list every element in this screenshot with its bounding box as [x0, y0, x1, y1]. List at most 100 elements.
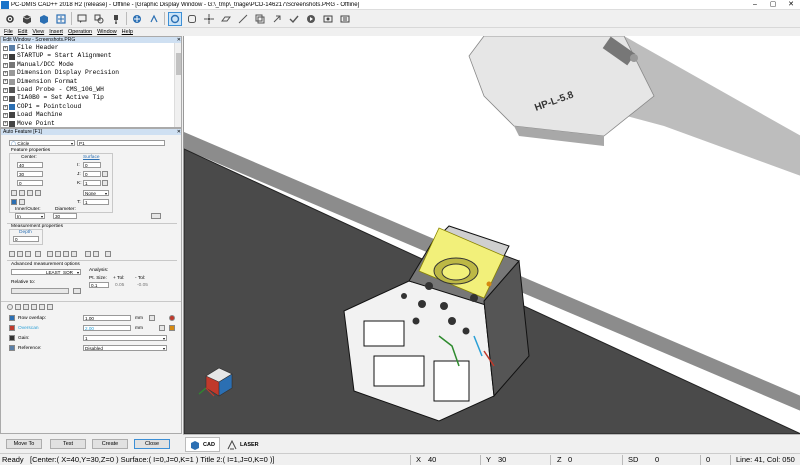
copy-icon[interactable]: [253, 12, 267, 26]
row-overlap-input[interactable]: 1.00: [83, 315, 131, 321]
menu-insert[interactable]: Insert: [49, 28, 63, 36]
polar-icon[interactable]: [11, 199, 17, 205]
measure-option-icon-6[interactable]: [55, 251, 61, 257]
line-feature-icon[interactable]: [236, 12, 250, 26]
measure-option-icon-2[interactable]: [17, 251, 23, 257]
circle-feature-icon[interactable]: [168, 11, 182, 26]
point-icon-2[interactable]: [19, 190, 25, 196]
tab-cad[interactable]: CAD: [185, 437, 220, 452]
menu-edit[interactable]: Edit: [18, 28, 27, 36]
laser-option-icon-3[interactable]: [31, 304, 37, 310]
tree-item[interactable]: + File Header: [3, 44, 181, 52]
laser-settings-icon[interactable]: [7, 304, 13, 310]
row-overlap-chart-icon[interactable]: [149, 315, 155, 321]
arrow-icon[interactable]: [270, 12, 284, 26]
close-auto-feature-icon[interactable]: ✕: [177, 129, 181, 135]
edit-window-scrollbar[interactable]: [174, 43, 181, 127]
point-icon-4[interactable]: [35, 190, 41, 196]
tree-item[interactable]: + Manual/DCC Mode: [3, 61, 181, 69]
laser-option-icon-1[interactable]: [15, 304, 21, 310]
tree-item[interactable]: + STARTUP = Start Alignment: [3, 52, 181, 60]
cartesian-icon[interactable]: [19, 199, 25, 205]
gain-select[interactable]: 1: [83, 335, 167, 341]
tree-item[interactable]: + Load Machine: [3, 111, 181, 119]
move-to-button[interactable]: Move To: [6, 439, 42, 449]
tree-item[interactable]: + Dimension Display Precision: [3, 69, 181, 77]
play-icon[interactable]: [304, 12, 318, 26]
settings-icon[interactable]: [3, 12, 17, 26]
surface-label[interactable]: Surface: [83, 155, 100, 160]
measure-option-icon-9[interactable]: [85, 251, 91, 257]
measure-option-icon-3[interactable]: [25, 251, 31, 257]
image-icon[interactable]: [321, 12, 335, 26]
tree-item[interactable]: + COP1 = Pointcloud: [3, 103, 181, 111]
overscan-input[interactable]: 2.00: [83, 325, 131, 331]
measure-option-icon-11[interactable]: [105, 251, 111, 257]
rotate-icon[interactable]: [130, 12, 144, 26]
tree-item[interactable]: + T1A0B0 = Set Active Tip: [3, 94, 181, 102]
k-input[interactable]: 1: [83, 180, 101, 186]
probe-icon[interactable]: [109, 12, 123, 26]
laser-option-icon-4[interactable]: [39, 304, 45, 310]
t-input[interactable]: 1: [83, 199, 109, 205]
solid-cube-icon[interactable]: [37, 12, 51, 26]
measure-option-icon-4[interactable]: [35, 251, 41, 257]
measure-option-icon-5[interactable]: [47, 251, 53, 257]
row-overlap-target-icon[interactable]: [169, 315, 175, 321]
reference-select[interactable]: Disabled: [83, 345, 167, 351]
feature-id-input[interactable]: P1: [77, 140, 165, 146]
menu-window[interactable]: Window: [97, 28, 117, 36]
center-z-input[interactable]: 0: [17, 180, 43, 186]
test-button[interactable]: Test: [50, 439, 86, 449]
translate-icon[interactable]: [147, 12, 161, 26]
square-feature-icon[interactable]: [185, 12, 199, 26]
view-cube-icon[interactable]: [20, 12, 34, 26]
point-feature-icon[interactable]: [202, 12, 216, 26]
laser-option-icon-5[interactable]: [47, 304, 53, 310]
measure-option-icon-1[interactable]: [9, 251, 15, 257]
minimize-button[interactable]: –: [746, 0, 764, 10]
tree-item[interactable]: + Move Point: [3, 120, 181, 128]
vector-mode-select[interactable]: None: [83, 190, 109, 196]
menu-help[interactable]: Help: [122, 28, 133, 36]
menu-file[interactable]: File: [4, 28, 13, 36]
feature-type-select[interactable]: ◯ Circle: [9, 140, 75, 146]
center-x-input[interactable]: 40: [17, 162, 43, 168]
overscan-lock-icon[interactable]: [169, 325, 175, 331]
shapes-icon[interactable]: [92, 12, 106, 26]
vector-find-icon[interactable]: [102, 180, 108, 186]
collapse-icon[interactable]: [151, 213, 161, 219]
fit-method-select[interactable]: LEAST_SQR: [11, 269, 81, 275]
overscan-chart-icon[interactable]: [159, 325, 165, 331]
comment-icon[interactable]: [75, 12, 89, 26]
tree-item[interactable]: + Load Probe - CMS_106_WH: [3, 86, 181, 94]
laser-option-icon-2[interactable]: [23, 304, 29, 310]
create-button[interactable]: Create: [92, 439, 128, 449]
plane-feature-icon[interactable]: [219, 12, 233, 26]
menu-view[interactable]: View: [32, 28, 44, 36]
graphic-display-window[interactable]: HP-L-5.8: [183, 36, 800, 434]
close-window-button[interactable]: ✕: [782, 0, 800, 10]
diameter-input[interactable]: 30: [53, 213, 77, 219]
fit-view-icon[interactable]: [54, 12, 68, 26]
vector-flip-icon[interactable]: [102, 171, 108, 177]
check-icon[interactable]: [287, 12, 301, 26]
depth-input[interactable]: 0: [13, 236, 39, 242]
tab-laser[interactable]: LASER: [223, 437, 263, 452]
maximize-button[interactable]: ▢: [764, 0, 782, 10]
report-icon[interactable]: [338, 12, 352, 26]
i-input[interactable]: 0: [83, 162, 101, 168]
measure-option-icon-7[interactable]: [63, 251, 69, 257]
point-icon-3[interactable]: [27, 190, 33, 196]
menu-operation[interactable]: Operation: [68, 28, 92, 36]
measure-option-icon-8[interactable]: [71, 251, 77, 257]
pt-size-input[interactable]: 0.1: [89, 282, 109, 288]
point-icon[interactable]: [11, 190, 17, 196]
inner-outer-select[interactable]: In: [15, 213, 45, 219]
center-y-input[interactable]: 30: [17, 171, 43, 177]
relative-to-browse-button[interactable]: [73, 288, 81, 294]
measure-option-icon-10[interactable]: [93, 251, 99, 257]
tree-item[interactable]: + Dimension Format: [3, 78, 181, 86]
j-input[interactable]: 0: [83, 171, 101, 177]
close-button[interactable]: Close: [134, 439, 170, 449]
